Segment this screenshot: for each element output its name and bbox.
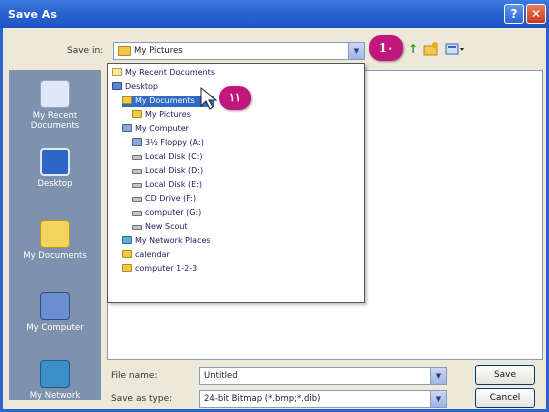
place-my-recent-documents[interactable]: My Recent Documents xyxy=(9,80,101,131)
computer-icon xyxy=(122,124,132,132)
desktop-icon xyxy=(112,82,122,90)
close-button[interactable]: ✕ xyxy=(526,4,546,24)
chevron-down-icon[interactable]: ▼ xyxy=(348,43,364,59)
dropdown-item-floppy[interactable]: 3½ Floppy (A:) xyxy=(132,138,204,149)
new-folder-icon[interactable] xyxy=(423,41,439,57)
document-icon xyxy=(112,68,122,76)
file-name-field[interactable]: Untitled ▼ xyxy=(199,367,447,385)
my-network-icon xyxy=(40,360,70,388)
dropdown-item-calendar[interactable]: calendar xyxy=(122,250,170,261)
title-bar: Save As ? ✕ xyxy=(0,0,549,28)
drive-icon xyxy=(132,183,142,188)
dropdown-item-my-recent-documents[interactable]: My Recent Documents xyxy=(112,68,215,79)
save-as-dialog: Save in: My Pictures ▼ 1۰ ↑ My Recent Do… xyxy=(0,28,549,412)
cd-icon xyxy=(132,197,142,202)
drive-icon xyxy=(132,169,142,174)
dropdown-item-my-pictures[interactable]: My Pictures xyxy=(132,110,191,121)
views-icon[interactable] xyxy=(445,41,464,57)
dropdown-item-local-disk-c[interactable]: Local Disk (C:) xyxy=(132,152,203,163)
place-desktop[interactable]: Desktop xyxy=(9,148,101,189)
drive-icon xyxy=(132,225,142,230)
save-in-label: Save in: xyxy=(67,46,104,56)
dropdown-item-local-disk-d[interactable]: Local Disk (D:) xyxy=(132,166,203,177)
place-my-computer[interactable]: My Computer xyxy=(9,292,101,333)
floppy-icon xyxy=(132,138,142,146)
dropdown-item-computer-g[interactable]: computer (G:) xyxy=(132,208,201,219)
save-button[interactable]: Save xyxy=(475,365,535,385)
dropdown-item-my-computer[interactable]: My Computer xyxy=(122,124,189,135)
folder-icon xyxy=(122,96,132,104)
recent-documents-icon xyxy=(40,80,70,108)
my-computer-icon xyxy=(40,292,70,320)
save-in-value: My Pictures xyxy=(134,46,183,56)
dropdown-item-computer-1-2-3[interactable]: computer 1-2-3 xyxy=(122,264,197,275)
window-title: Save As xyxy=(8,8,57,21)
dropdown-item-my-network-places[interactable]: My Network Places xyxy=(122,236,211,247)
chevron-down-icon[interactable]: ▼ xyxy=(430,391,446,407)
folder-icon xyxy=(122,250,132,258)
help-button[interactable]: ? xyxy=(504,4,524,24)
file-name-value: Untitled xyxy=(204,371,238,381)
file-name-label: File name: xyxy=(111,371,158,381)
folder-icon xyxy=(132,110,142,118)
folder-icon xyxy=(118,46,131,56)
chevron-down-icon[interactable]: ▼ xyxy=(430,368,446,384)
desktop-icon xyxy=(40,148,70,176)
folder-icon xyxy=(122,264,132,272)
place-my-network[interactable]: My Network xyxy=(9,360,101,401)
annotation-badge-toolbar: 1۰ xyxy=(369,35,403,61)
my-documents-icon xyxy=(40,220,70,248)
save-as-type-label: Save as type: xyxy=(111,394,173,404)
dropdown-item-desktop[interactable]: Desktop xyxy=(112,82,158,93)
mouse-cursor-icon xyxy=(199,86,221,115)
save-as-type-value: 24-bit Bitmap (*.bmp;*.dib) xyxy=(204,394,321,404)
places-bar: My Recent Documents Desktop My Documents… xyxy=(9,70,101,401)
save-as-type-select[interactable]: 24-bit Bitmap (*.bmp;*.dib) ▼ xyxy=(199,390,447,408)
up-folder-icon[interactable]: ↑ xyxy=(405,41,421,57)
drive-icon xyxy=(132,155,142,160)
annotation-badge-list: ۱۱ xyxy=(219,86,251,110)
dropdown-item-cd-drive[interactable]: CD Drive (F:) xyxy=(132,194,196,205)
drive-icon xyxy=(132,211,142,216)
dropdown-item-new-scout[interactable]: New Scout xyxy=(132,222,188,233)
network-icon xyxy=(122,236,132,244)
place-my-documents[interactable]: My Documents xyxy=(9,220,101,261)
dropdown-item-local-disk-e[interactable]: Local Disk (E:) xyxy=(132,180,202,191)
save-in-combo[interactable]: My Pictures ▼ xyxy=(113,42,365,60)
cancel-button[interactable]: Cancel xyxy=(475,388,535,408)
